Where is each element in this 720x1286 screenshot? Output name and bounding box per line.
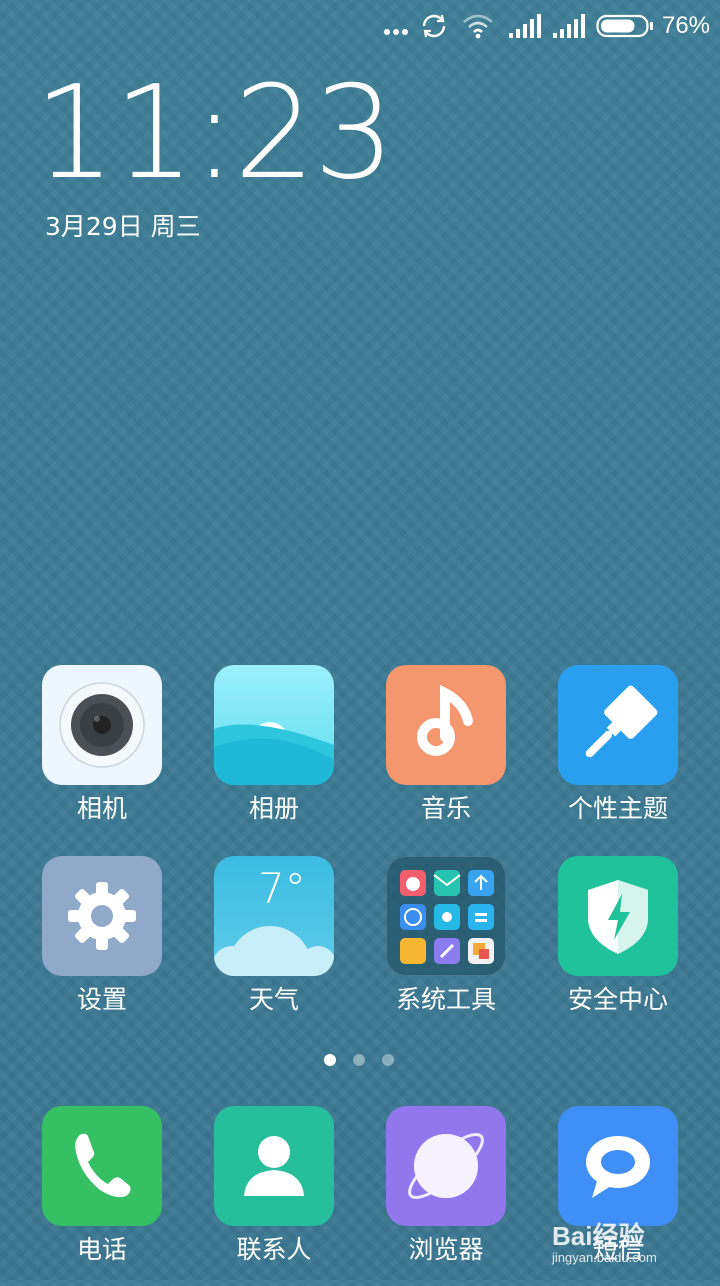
app-gallery[interactable]: 相册 [188,665,360,845]
app-music[interactable]: 音乐 [360,665,532,845]
app-label: 设置 [76,985,127,1014]
contacts-icon [214,1106,334,1226]
app-themes[interactable]: 个性主题 [532,665,704,845]
folder-icon [386,856,506,976]
lockscreen-time: 11:23 [34,70,395,198]
app-label: 个性主题 [567,794,668,823]
page-dot-1[interactable] [324,1054,336,1066]
music-icon [386,665,506,785]
signal-strength-icon [508,10,542,42]
page-dot-2[interactable] [353,1054,365,1066]
app-label: 相机 [76,794,127,823]
folder-system-tools[interactable]: 系统工具 [360,856,532,1036]
app-label: 相册 [248,794,299,823]
weather-temperature: 7° [258,864,306,913]
baidu-watermark: Bai经验 jingyan.baidu.com [552,1216,712,1272]
lockscreen-date: 3月29日 周三 [45,212,201,241]
theme-brush-icon [558,665,678,785]
dock-contacts[interactable]: 联系人 [188,1106,360,1286]
browser-icon [386,1106,506,1226]
weather-icon: 7° [214,856,334,976]
battery-percentage: 76% [661,12,711,39]
wifi-icon [462,10,494,42]
message-icon [558,1106,678,1226]
app-settings[interactable]: 设置 [16,856,188,1036]
app-camera[interactable]: 相机 [16,665,188,845]
dock-phone[interactable]: 电话 [16,1106,188,1286]
time-text: 11:23 [34,59,395,208]
watermark-text: Bai经验 [552,1221,645,1251]
app-label: 电话 [76,1235,127,1264]
dock-browser[interactable]: 浏览器 [360,1106,532,1286]
watermark-url: jingyan.baidu.com [552,1250,657,1265]
gallery-icon [214,665,334,785]
app-security-center[interactable]: 安全中心 [532,856,704,1036]
shield-icon [558,856,678,976]
app-label: 音乐 [420,794,471,823]
app-label: 联系人 [236,1235,312,1264]
battery-icon [596,10,654,42]
app-label: 安全中心 [567,985,668,1014]
page-dot-3[interactable] [382,1054,394,1066]
page-indicator[interactable] [0,1054,720,1068]
status-bar: 76% [0,0,720,52]
app-weather[interactable]: 7° 天气 [188,856,360,1036]
app-label: 浏览器 [408,1235,484,1264]
gear-icon [42,856,162,976]
sync-icon [420,10,448,42]
signal-strength-icon [552,10,586,42]
phone-icon [42,1106,162,1226]
app-label: 天气 [248,985,299,1014]
app-label: 系统工具 [395,985,496,1014]
camera-icon [42,665,162,785]
more-notifications-icon [382,10,410,42]
